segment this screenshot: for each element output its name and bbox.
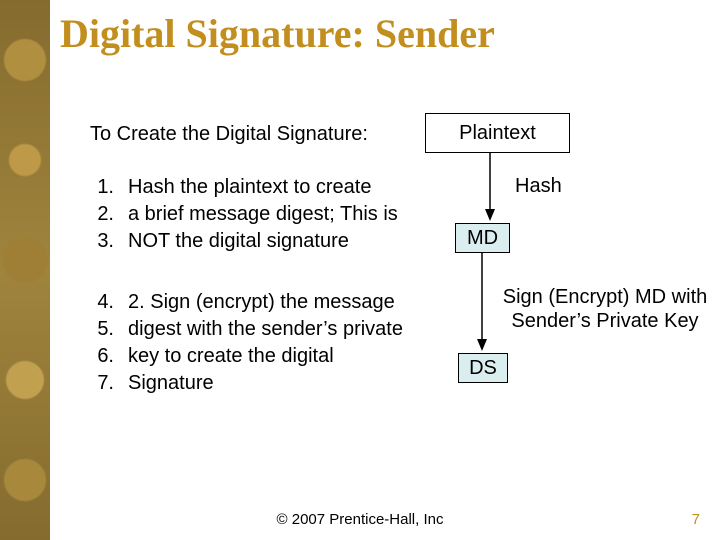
sign-label-line1: Sign (Encrypt) MD with: [490, 285, 720, 309]
list-item: 5. digest with the sender’s private: [90, 317, 440, 342]
list-number: 7.: [90, 371, 114, 396]
list-text: a brief message digest; This is: [128, 202, 398, 227]
slide: Digital Signature: Sender To Create the …: [0, 0, 720, 540]
intro-text: To Create the Digital Signature:: [90, 123, 368, 146]
page-number: 7: [692, 511, 700, 528]
list-text: 2. Sign (encrypt) the message: [128, 290, 395, 315]
list-item: 4. 2. Sign (encrypt) the message: [90, 290, 440, 315]
md-box: MD: [455, 223, 510, 253]
list-number: 1.: [90, 175, 114, 200]
list-number: 6.: [90, 344, 114, 369]
content-area: To Create the Digital Signature: 1. Hash…: [60, 95, 700, 500]
list-item: 2. a brief message digest; This is: [90, 202, 440, 227]
sidebar-decoration: [0, 0, 50, 540]
list-block-b: 4. 2. Sign (encrypt) the message 5. dige…: [90, 290, 440, 398]
list-item: 3. NOT the digital signature: [90, 229, 440, 254]
list-text: digest with the sender’s private: [128, 317, 403, 342]
list-block-a: 1. Hash the plaintext to create 2. a bri…: [90, 175, 440, 256]
list-number: 5.: [90, 317, 114, 342]
footer-text: © 2007 Prentice-Hall, Inc: [0, 511, 720, 528]
plaintext-box: Plaintext: [425, 113, 570, 153]
list-number: 4.: [90, 290, 114, 315]
arrow-plaintext-to-md: [480, 153, 500, 223]
list-text: NOT the digital signature: [128, 229, 349, 254]
list-item: 6. key to create the digital: [90, 344, 440, 369]
hash-label: Hash: [515, 175, 562, 198]
sign-label-line2: Sender’s Private Key: [490, 309, 720, 333]
list-text: Hash the plaintext to create: [128, 175, 371, 200]
sign-label: Sign (Encrypt) MD with Sender’s Private …: [490, 285, 720, 333]
list-item: 1. Hash the plaintext to create: [90, 175, 440, 200]
list-text: Signature: [128, 371, 214, 396]
slide-title: Digital Signature: Sender: [60, 10, 495, 57]
arrow-md-to-ds: [472, 253, 492, 353]
list-text: key to create the digital: [128, 344, 334, 369]
list-item: 7. Signature: [90, 371, 440, 396]
list-number: 2.: [90, 202, 114, 227]
list-number: 3.: [90, 229, 114, 254]
ds-box: DS: [458, 353, 508, 383]
